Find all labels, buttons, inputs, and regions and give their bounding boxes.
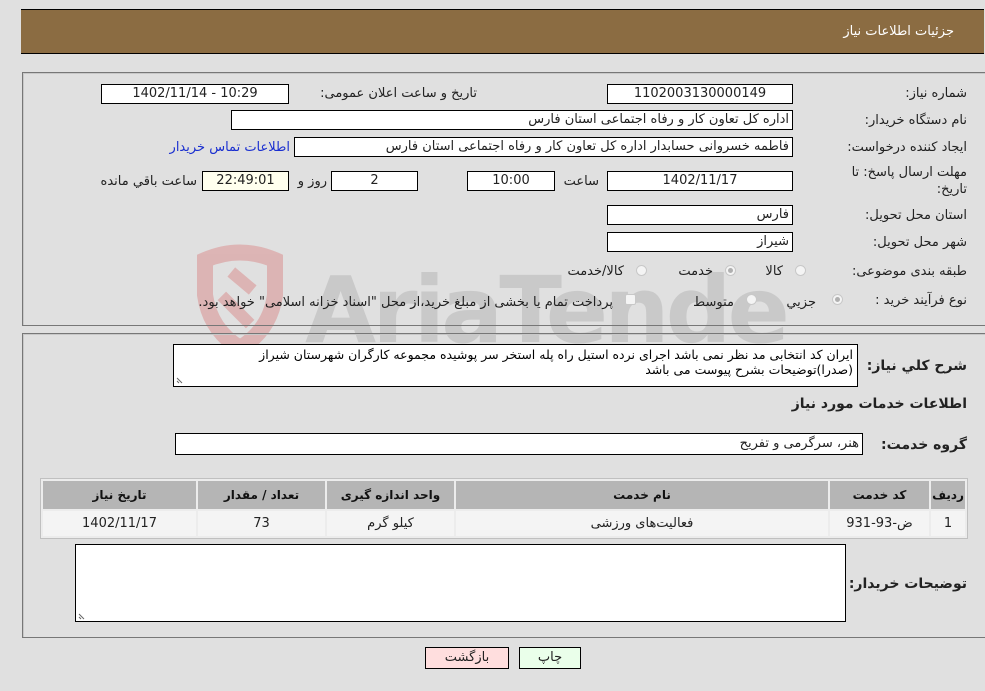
time-remaining-field: 22:49:01 — [202, 171, 289, 191]
category-radio-service[interactable] — [725, 265, 736, 276]
services-section-title: اطلاعات خدمات مورد نیاز — [791, 396, 967, 412]
page-title: جزئیات اطلاعات نیاز — [843, 24, 954, 39]
description-textarea[interactable] — [173, 344, 858, 387]
print-button[interactable]: چاپ — [519, 647, 581, 669]
buyer-contact-link[interactable]: اطلاعات تماس خریدار — [170, 140, 290, 155]
announce-label: تاریخ و ساعت اعلان عمومی: — [320, 86, 477, 101]
deadline-time-label: ساعت — [563, 174, 599, 189]
need-number-field: 1102003130000149 — [607, 84, 793, 104]
resize-grip-icon[interactable] — [176, 376, 184, 384]
description-label: شرح کلي نیاز: — [866, 358, 967, 374]
col-service-name: نام خدمت — [456, 481, 828, 509]
category-label: طبقه بندی موضوعی: — [851, 264, 967, 279]
table-row: 1 ض-93-931 فعالیت‌های ورزشی کیلو گرم 73 … — [43, 511, 965, 536]
category-option-goods-service: کالا/خدمت — [567, 264, 624, 279]
col-need-date: تاریخ نیاز — [43, 481, 196, 509]
service-group-label: گروه خدمت: — [881, 437, 967, 453]
cell-row-number: 1 — [931, 511, 965, 536]
deadline-time-field: 10:00 — [467, 171, 555, 191]
purchase-type-label: نوع فرآیند خرید : — [875, 293, 967, 308]
col-quantity: تعداد / مقدار — [198, 481, 325, 509]
category-radio-goods[interactable] — [795, 265, 806, 276]
resize-grip-icon[interactable] — [78, 612, 86, 620]
cell-need-date: 1402/11/17 — [43, 511, 196, 536]
cell-unit: کیلو گرم — [327, 511, 454, 536]
deadline-label: مهلت ارسال پاسخ: تا تاریخ: — [851, 165, 967, 197]
buyer-notes-label: توضیحات خریدار: — [848, 576, 967, 592]
days-remaining-field: 2 — [331, 171, 418, 191]
col-service-code: کد خدمت — [830, 481, 929, 509]
cell-quantity: 73 — [198, 511, 325, 536]
cell-service-name: فعالیت‌های ورزشی — [456, 511, 828, 536]
category-radio-goods-service[interactable] — [636, 265, 647, 276]
buyer-org-field: اداره کل تعاون کار و رفاه اجتماعی استان … — [231, 110, 793, 130]
category-option-service: خدمت — [678, 264, 713, 279]
creator-field: فاطمه خسروانی حسابدار اداره کل تعاون کار… — [294, 137, 793, 157]
announce-datetime-field: 1402/11/14 - 10:29 — [101, 84, 289, 104]
buyer-org-label: نام دستگاه خریدار: — [864, 113, 967, 128]
col-row-number: ردیف — [931, 481, 965, 509]
treasury-note: پرداخت تمام یا بخشی از مبلغ خرید،از محل … — [198, 295, 613, 310]
category-option-goods: کالا — [765, 264, 783, 279]
services-table-header: ردیف کد خدمت نام خدمت واحد اندازه گیری ت… — [43, 481, 965, 509]
time-remaining-label: ساعت باقي مانده — [100, 174, 197, 189]
buyer-notes-textarea[interactable] — [75, 544, 846, 622]
cell-service-code: ض-93-931 — [830, 511, 929, 536]
purchase-type-radio-medium[interactable] — [746, 294, 757, 305]
page-header: جزئیات اطلاعات نیاز — [21, 9, 984, 54]
service-group-field: هنر، سرگرمی و تفریح — [175, 433, 863, 455]
days-label: روز و — [297, 174, 327, 189]
purchase-type-option-minor: جزيي — [786, 295, 816, 310]
services-table: ردیف کد خدمت نام خدمت واحد اندازه گیری ت… — [40, 478, 968, 539]
purchase-type-option-medium: متوسط — [693, 295, 734, 310]
province-field: فارس — [607, 205, 793, 225]
need-number-label: شماره نیاز: — [905, 86, 967, 101]
back-button[interactable]: بازگشت — [425, 647, 509, 669]
treasury-checkbox[interactable] — [625, 294, 636, 305]
deadline-date-field: 1402/11/17 — [607, 171, 793, 191]
col-unit: واحد اندازه گیری — [327, 481, 454, 509]
province-label: استان محل تحویل: — [865, 208, 967, 223]
city-label: شهر محل تحویل: — [872, 235, 967, 250]
city-field: شیراز — [607, 232, 793, 252]
purchase-type-radio-minor[interactable] — [832, 294, 843, 305]
creator-label: ایجاد کننده درخواست: — [847, 140, 967, 155]
